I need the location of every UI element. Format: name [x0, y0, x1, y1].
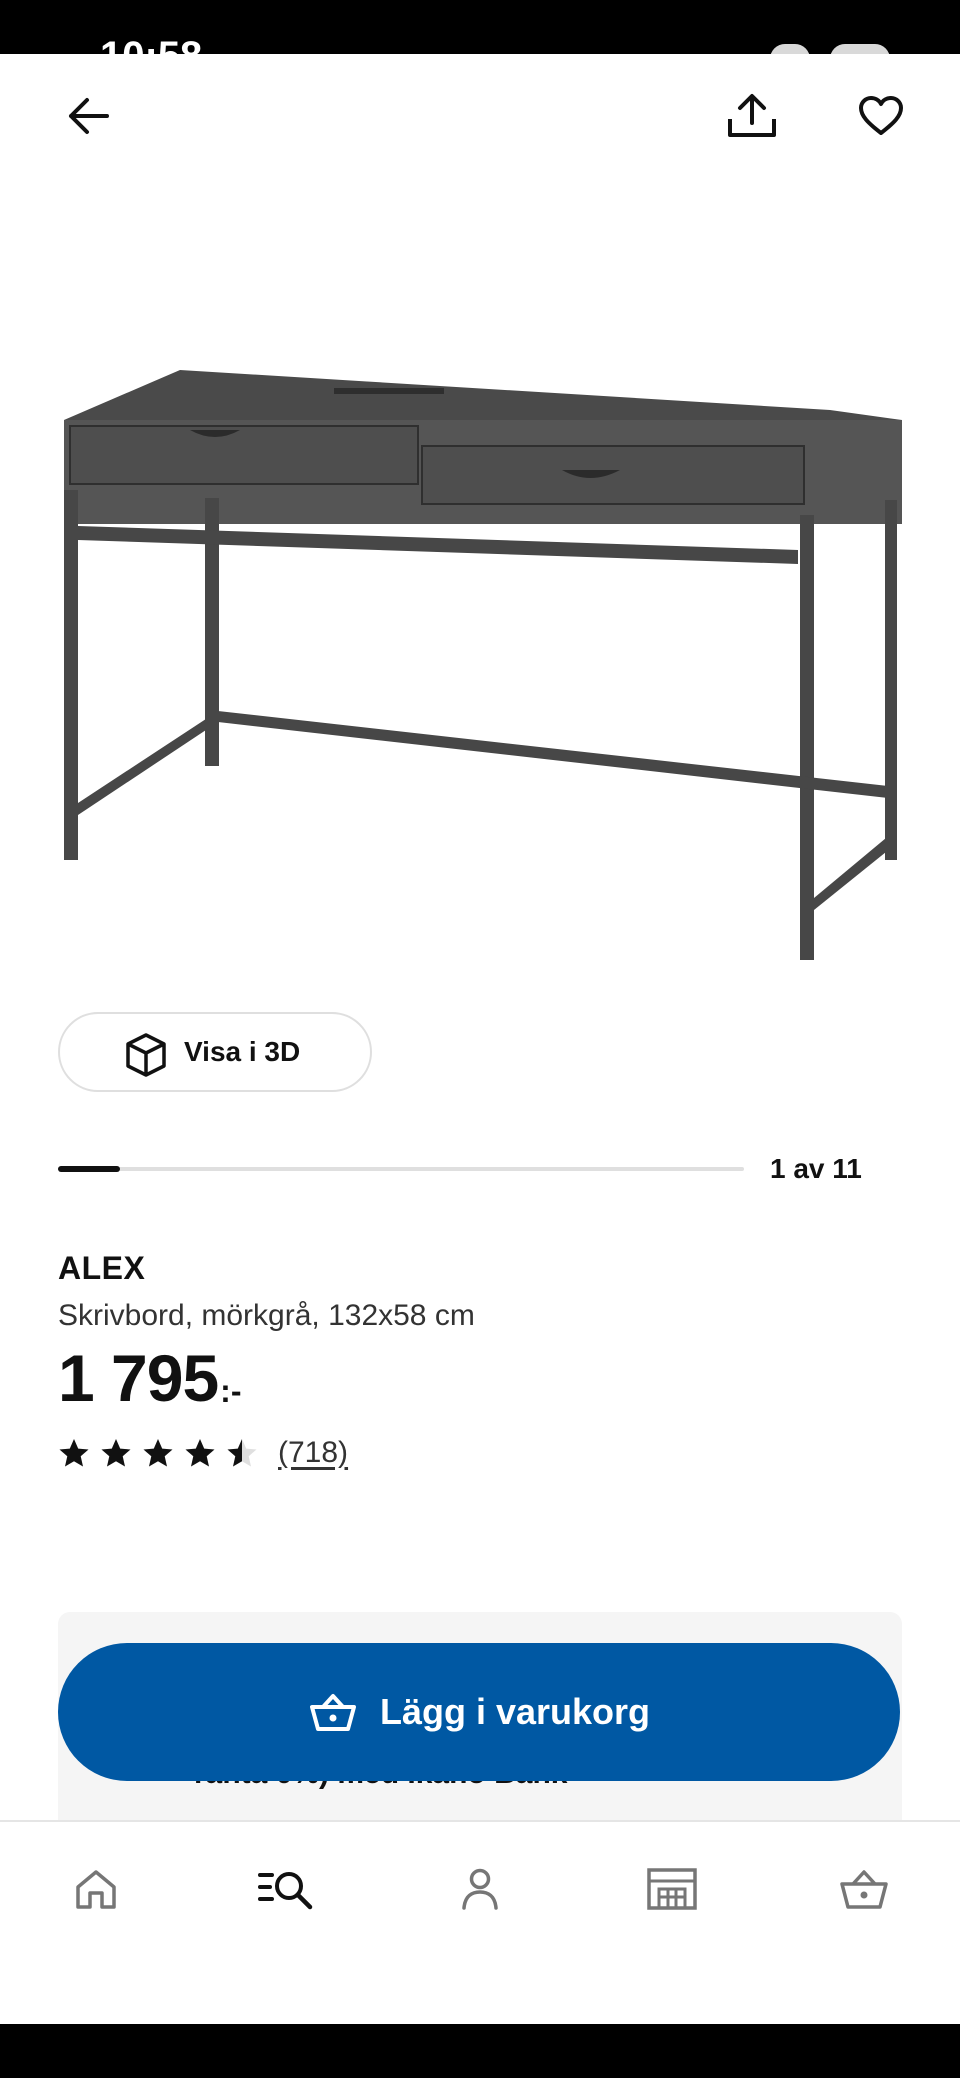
heart-icon	[859, 96, 903, 135]
search-list-icon	[258, 1872, 313, 1910]
bottom-navigation	[0, 1820, 960, 2026]
battery-icon	[830, 44, 890, 54]
gallery-page-indicator: 1 av 11	[770, 1153, 862, 1184]
nav-search[interactable]	[236, 1854, 336, 1924]
favorite-button[interactable]	[841, 76, 921, 156]
profile-icon	[462, 1868, 498, 1910]
status-bar: 10:58	[0, 0, 960, 54]
add-to-cart-label: Lägg i varukorg	[379, 1691, 651, 1732]
status-time: 10:58	[100, 36, 202, 54]
nav-cart[interactable]	[814, 1854, 914, 1924]
product-name: ALEX	[58, 1250, 146, 1286]
store-icon	[647, 1868, 697, 1910]
nav-stores[interactable]	[622, 1854, 722, 1924]
add-to-cart-button[interactable]: Lägg i varukorg	[58, 1643, 900, 1781]
star-icon	[143, 1439, 173, 1467]
star-icon	[101, 1439, 131, 1467]
share-icon	[728, 94, 776, 137]
star-icon	[227, 1439, 257, 1467]
nav-home[interactable]	[46, 1854, 146, 1924]
gallery-progress	[58, 1166, 744, 1172]
back-button[interactable]	[48, 76, 128, 156]
view-in-3d-button[interactable]: Visa i 3D	[58, 1012, 372, 1092]
cart-icon	[840, 1870, 888, 1909]
product-rating[interactable]: (718)	[58, 1436, 348, 1470]
desk-illustration	[64, 370, 902, 960]
gallery-progress-fill	[58, 1166, 120, 1172]
price-amount: 1 795	[58, 1341, 219, 1415]
view-in-3d-label: Visa i 3D	[184, 1036, 301, 1067]
price-suffix: :-	[220, 1373, 242, 1409]
product-description: Skrivbord, mörkgrå, 132x58 cm	[58, 1299, 475, 1332]
rating-stars	[58, 1437, 258, 1469]
star-icon	[59, 1439, 89, 1467]
status-icon	[770, 44, 810, 54]
cube-3d-icon	[126, 1033, 166, 1077]
product-image[interactable]	[40, 340, 920, 990]
nav-profile[interactable]	[430, 1854, 530, 1924]
review-count-link[interactable]: (718)	[278, 1436, 348, 1470]
home-icon	[76, 1870, 116, 1909]
product-price: 1 795 :-	[58, 1343, 241, 1413]
system-navigation-bar	[0, 2024, 960, 2078]
arrow-left-icon	[69, 98, 109, 134]
share-button[interactable]	[712, 76, 792, 156]
top-bar	[0, 54, 960, 184]
cart-icon	[308, 1691, 358, 1733]
star-icon	[185, 1439, 215, 1467]
